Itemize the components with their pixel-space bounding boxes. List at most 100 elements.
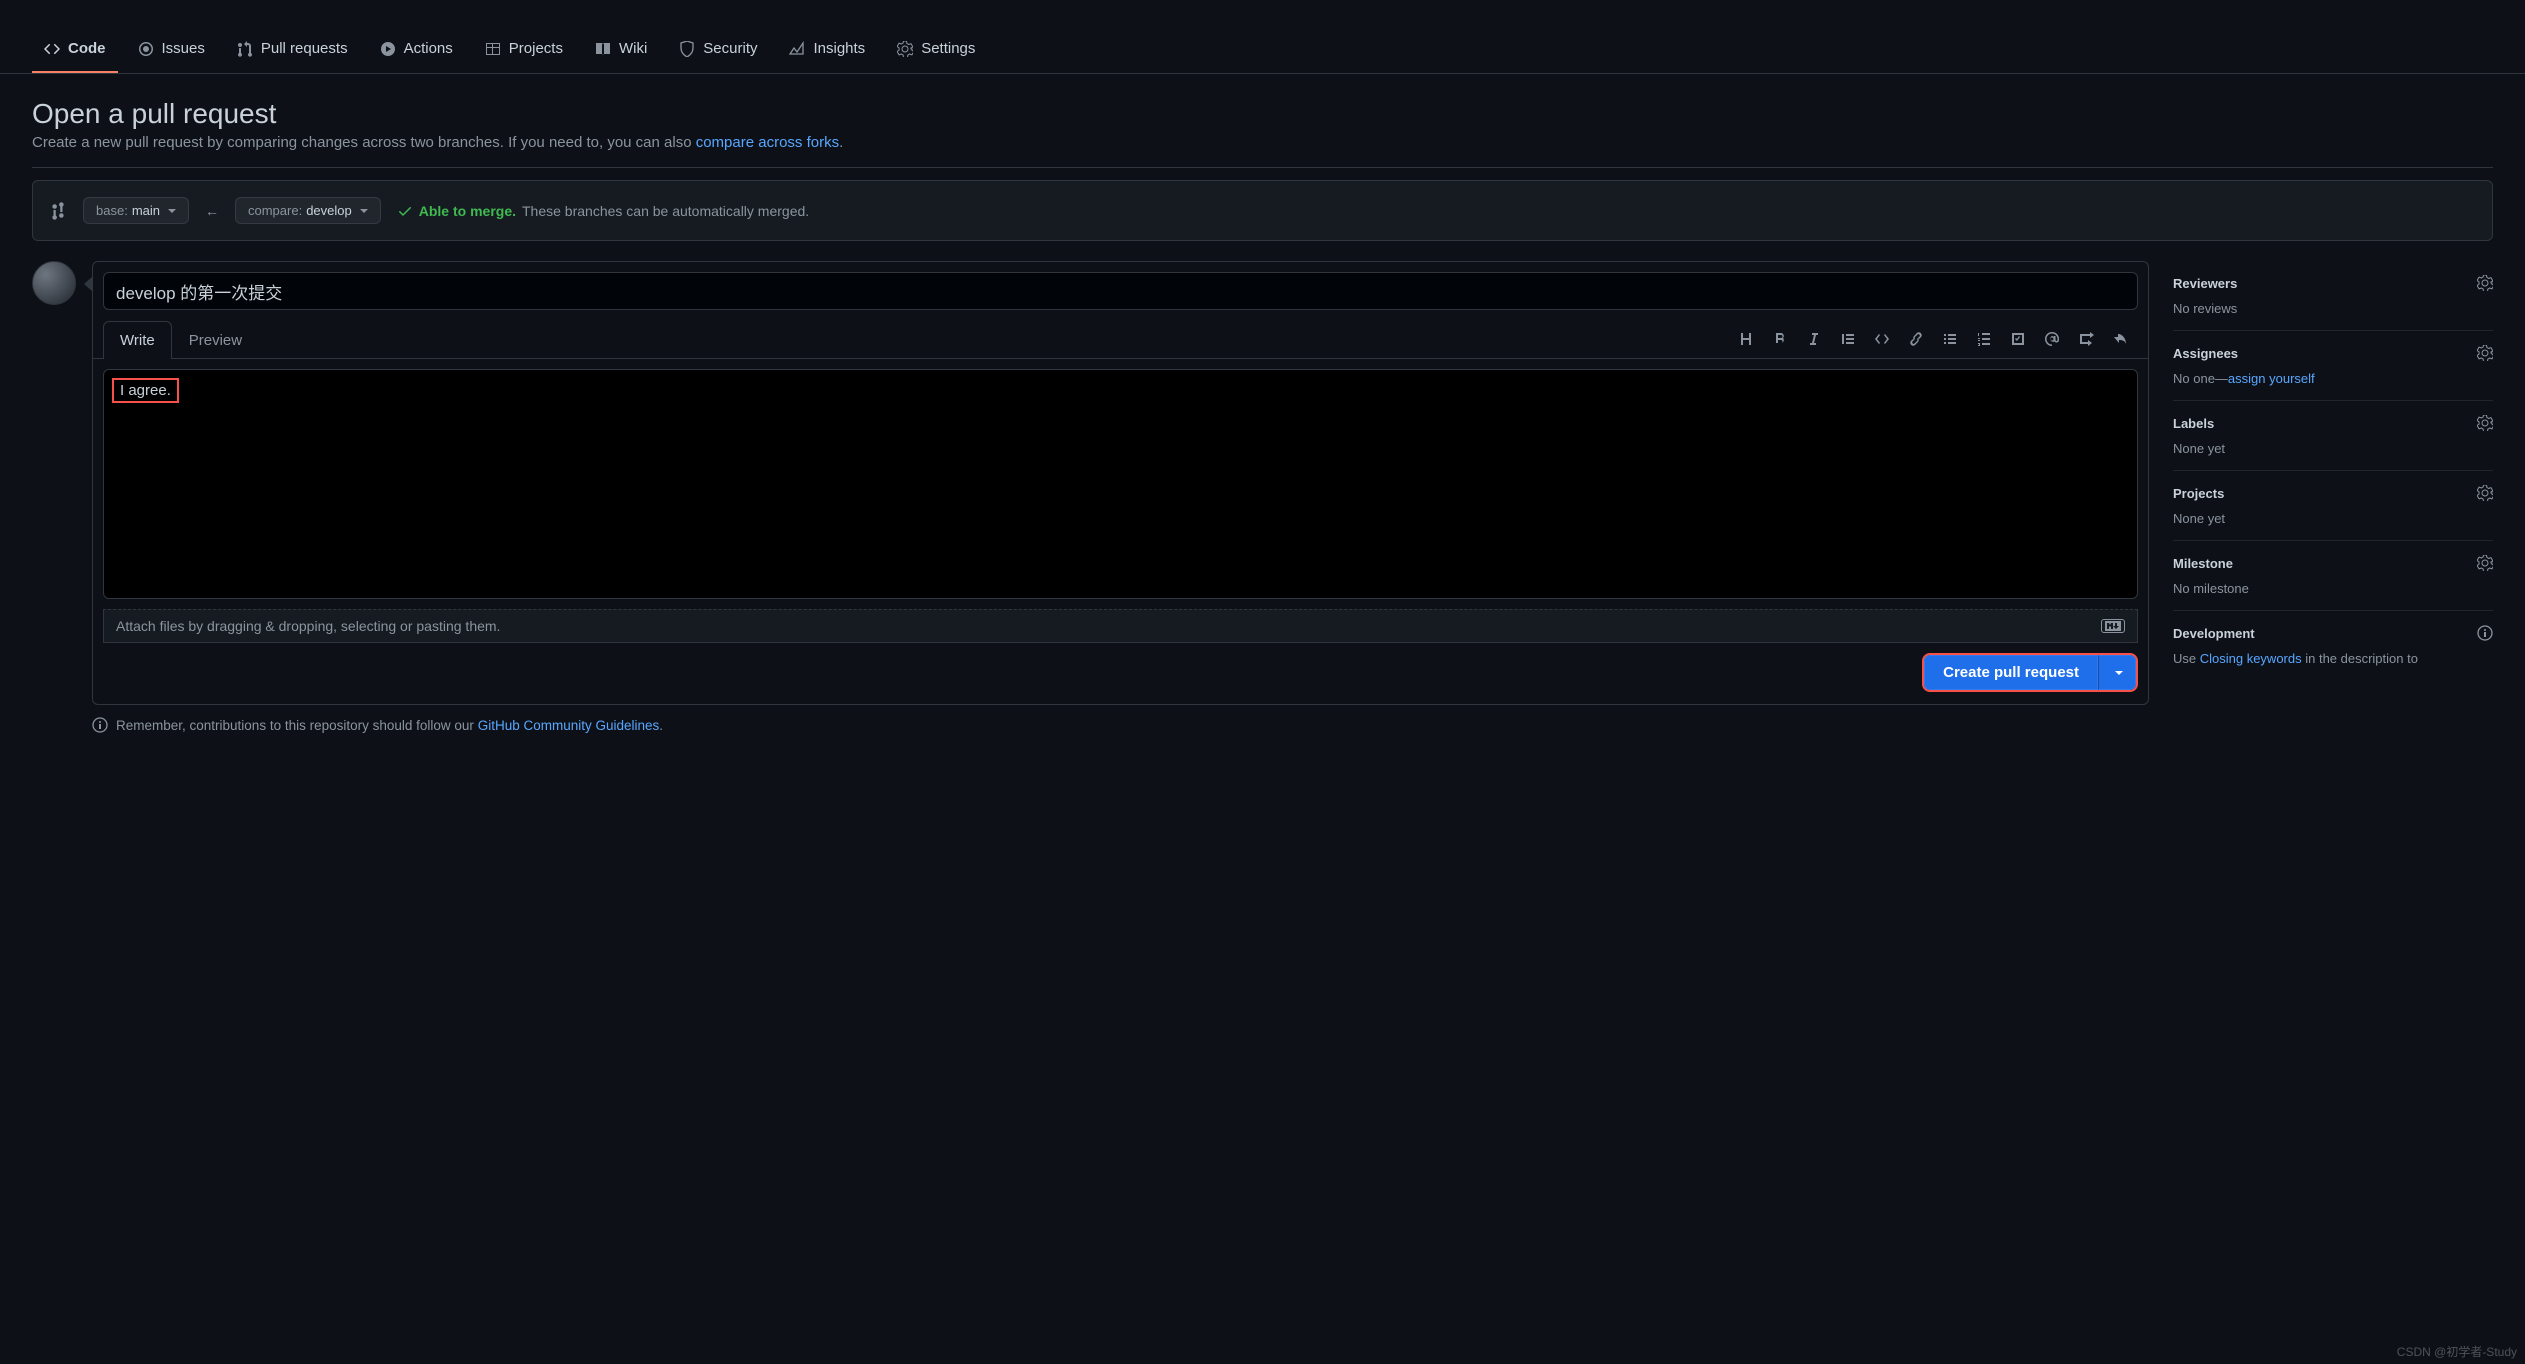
- base-label: base:: [96, 203, 128, 218]
- compare-branch-name: develop: [306, 203, 352, 218]
- closing-keywords-link[interactable]: Closing keywords: [2200, 651, 2302, 666]
- pr-form: Write Preview: [92, 261, 2149, 705]
- mention-icon[interactable]: [2044, 331, 2060, 347]
- compare-banner: base: main ← compare: develop Able to me…: [32, 180, 2493, 241]
- gear-icon[interactable]: [2477, 485, 2493, 501]
- gear-icon[interactable]: [2477, 415, 2493, 431]
- compare-branch-button[interactable]: compare: develop: [235, 197, 381, 224]
- bold-icon[interactable]: [1772, 331, 1788, 347]
- sidebar-labels: Labels None yet: [2173, 401, 2493, 471]
- tasklist-icon[interactable]: [2010, 331, 2026, 347]
- table-icon: [485, 41, 501, 57]
- list-ordered-icon[interactable]: [1976, 331, 1992, 347]
- pr-title-input[interactable]: [103, 272, 2138, 310]
- labels-title: Labels: [2173, 416, 2214, 431]
- graph-icon: [789, 41, 805, 57]
- quote-icon[interactable]: [1840, 331, 1856, 347]
- merge-able-text: Able to merge.: [419, 203, 516, 219]
- tab-preview[interactable]: Preview: [172, 321, 259, 359]
- gear-icon[interactable]: [2477, 555, 2493, 571]
- assign-yourself-link[interactable]: assign yourself: [2228, 371, 2315, 386]
- code-icon: [44, 41, 60, 57]
- merge-status: Able to merge. These branches can be aut…: [397, 203, 809, 219]
- markdown-badge[interactable]: [2101, 619, 2125, 633]
- git-pull-request-icon: [237, 41, 253, 57]
- editor-toolbar: [1738, 331, 2138, 347]
- base-branch-name: main: [132, 203, 160, 218]
- italic-icon[interactable]: [1806, 331, 1822, 347]
- compare-forks-link[interactable]: compare across forks: [696, 134, 839, 151]
- tab-pull-requests[interactable]: Pull requests: [225, 30, 360, 73]
- list-unordered-icon[interactable]: [1942, 331, 1958, 347]
- projects-title: Projects: [2173, 486, 2224, 501]
- tab-security[interactable]: Security: [667, 30, 769, 73]
- pr-body-text[interactable]: I agree.: [112, 378, 179, 403]
- editor-body: I agree.: [93, 359, 2148, 609]
- caret-icon: [2115, 671, 2123, 675]
- info-icon[interactable]: [2477, 625, 2493, 641]
- compare-label: compare:: [248, 203, 302, 218]
- tab-issues[interactable]: Issues: [126, 30, 217, 73]
- gear-icon: [897, 41, 913, 57]
- tab-wiki[interactable]: Wiki: [583, 30, 659, 73]
- gear-icon[interactable]: [2477, 345, 2493, 361]
- tab-actions-label: Actions: [404, 40, 453, 57]
- git-compare-icon: [49, 202, 67, 220]
- gear-icon[interactable]: [2477, 275, 2493, 291]
- milestone-title: Milestone: [2173, 556, 2233, 571]
- cross-reference-icon[interactable]: [2078, 331, 2094, 347]
- projects-value: None yet: [2173, 511, 2493, 526]
- sidebar-development: Development Use Closing keywords in the …: [2173, 611, 2493, 680]
- create-pr-button-group: Create pull request: [1922, 653, 2138, 692]
- caret-icon: [360, 209, 368, 213]
- dev-pre: Use: [2173, 651, 2200, 666]
- assignees-pre: No one—: [2173, 371, 2228, 386]
- book-icon: [595, 41, 611, 57]
- code-icon[interactable]: [1874, 331, 1890, 347]
- avatar[interactable]: [32, 261, 76, 305]
- sidebar-reviewers: Reviewers No reviews: [2173, 261, 2493, 331]
- tab-settings[interactable]: Settings: [885, 30, 987, 73]
- tab-actions[interactable]: Actions: [368, 30, 465, 73]
- issue-icon: [138, 41, 154, 57]
- footer-pre: Remember, contributions to this reposito…: [116, 718, 478, 733]
- sidebar-milestone: Milestone No milestone: [2173, 541, 2493, 611]
- assignees-title: Assignees: [2173, 346, 2238, 361]
- guidelines-link[interactable]: GitHub Community Guidelines: [478, 718, 660, 733]
- tab-insights[interactable]: Insights: [777, 30, 877, 73]
- tab-pr-label: Pull requests: [261, 40, 348, 57]
- labels-value: None yet: [2173, 441, 2493, 456]
- create-pr-button[interactable]: Create pull request: [1924, 655, 2098, 690]
- check-icon: [397, 203, 413, 219]
- tab-settings-label: Settings: [921, 40, 975, 57]
- tab-projects-label: Projects: [509, 40, 563, 57]
- actions-row: Create pull request: [93, 653, 2148, 704]
- merge-detail-text: These branches can be automatically merg…: [522, 203, 809, 219]
- subtitle-pre: Create a new pull request by comparing c…: [32, 134, 696, 151]
- caret-icon: [168, 209, 176, 213]
- arrow-left-icon: ←: [205, 203, 219, 219]
- tab-security-label: Security: [703, 40, 757, 57]
- page-title: Open a pull request: [32, 98, 2493, 130]
- sidebar: Reviewers No reviews Assignees No one—as…: [2173, 261, 2493, 680]
- tab-projects[interactable]: Projects: [473, 30, 575, 73]
- development-title: Development: [2173, 626, 2255, 641]
- development-value: Use Closing keywords in the description …: [2173, 651, 2493, 666]
- watermark: CSDN @初学者-Study: [2397, 1343, 2517, 1360]
- reply-icon[interactable]: [2112, 331, 2128, 347]
- create-pr-dropdown[interactable]: [2098, 655, 2136, 690]
- tab-code[interactable]: Code: [32, 30, 118, 73]
- footer-note: Remember, contributions to this reposito…: [32, 705, 2493, 733]
- tab-wiki-label: Wiki: [619, 40, 647, 57]
- attach-row[interactable]: Attach files by dragging & dropping, sel…: [103, 609, 2138, 643]
- footer-post: .: [659, 718, 663, 733]
- reviewers-title: Reviewers: [2173, 276, 2237, 291]
- link-icon[interactable]: [1908, 331, 1924, 347]
- subtitle-post: .: [839, 134, 843, 151]
- reviewers-value: No reviews: [2173, 301, 2493, 316]
- tab-insights-label: Insights: [813, 40, 865, 57]
- tab-write[interactable]: Write: [103, 321, 172, 359]
- base-branch-button[interactable]: base: main: [83, 197, 189, 224]
- heading-icon[interactable]: [1738, 331, 1754, 347]
- assignees-value: No one—assign yourself: [2173, 371, 2493, 386]
